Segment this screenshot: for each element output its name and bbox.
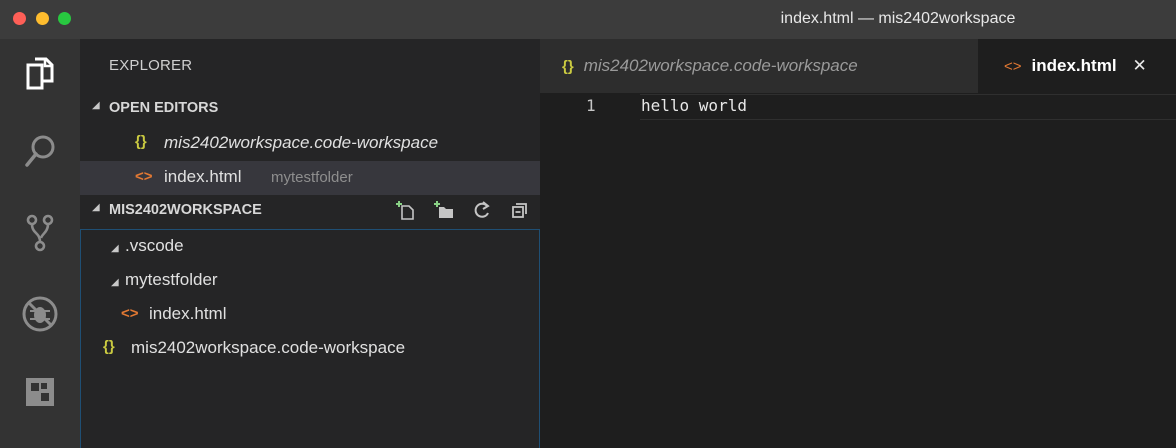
code-line[interactable]: 1 hello world (540, 94, 1176, 120)
tree-folder-mytestfolder[interactable]: ◢ mytestfolder (81, 264, 541, 298)
source-control-icon[interactable] (18, 211, 62, 255)
editor-area: {} mis2402workspace.code-workspace <> in… (540, 39, 1176, 448)
tab-index-html[interactable]: <> index.html ✕ (978, 39, 1176, 93)
tab-label: index.html (1031, 56, 1117, 75)
tree-file-label: index.html (149, 304, 227, 323)
new-folder-icon[interactable] (434, 200, 454, 220)
chevron-down-icon: ◢ (92, 100, 100, 111)
title-bar: index.html — mis2402workspace (0, 0, 1176, 39)
tree-folder-label: .vscode (125, 236, 184, 255)
line-number: 1 (586, 96, 596, 115)
close-window-button[interactable] (13, 12, 26, 25)
html-file-icon: <> (121, 305, 139, 322)
open-editor-item-index[interactable]: <> index.html mytestfolder (80, 161, 540, 195)
tree-file-label: mis2402workspace.code-workspace (131, 338, 406, 357)
refresh-icon[interactable] (472, 200, 492, 220)
workspace-tree: ◢ .vscode ◢ mytestfolder <> index.html {} … (80, 229, 540, 448)
explorer-icon[interactable] (18, 51, 62, 95)
open-editor-label: index.html (164, 167, 242, 186)
activity-bar (0, 39, 80, 448)
html-file-icon: <> (1004, 57, 1022, 75)
tree-file-workspace[interactable]: {} mis2402workspace.code-workspace (81, 332, 541, 366)
json-file-icon: {} (562, 57, 574, 75)
tab-label: mis2402workspace.code-workspace (583, 56, 858, 75)
zoom-window-button[interactable] (58, 12, 71, 25)
json-file-icon: {} (103, 338, 115, 355)
minimize-window-button[interactable] (36, 12, 49, 25)
tree-folder-label: mytestfolder (125, 270, 218, 289)
explorer-sidebar: EXPLORER ◢ OPEN EDITORS {} mis2402worksp… (80, 39, 540, 448)
tab-bar: {} mis2402workspace.code-workspace <> in… (540, 39, 1176, 93)
chevron-down-icon: ◢ (111, 243, 119, 254)
html-file-icon: <> (135, 168, 153, 185)
window-title: index.html — mis2402workspace (780, 10, 1016, 27)
tree-file-index-html[interactable]: <> index.html (81, 298, 541, 332)
extensions-icon[interactable] (18, 370, 62, 414)
tab-workspace-file[interactable]: {} mis2402workspace.code-workspace (540, 39, 978, 93)
open-editor-folder-detail: mytestfolder (271, 169, 353, 186)
open-editor-label: mis2402workspace.code-workspace (164, 133, 439, 152)
sidebar-title: EXPLORER (109, 57, 193, 74)
search-icon[interactable] (18, 129, 62, 173)
chevron-down-icon: ◢ (92, 202, 100, 213)
chevron-down-icon: ◢ (111, 277, 119, 288)
open-editors-header[interactable]: ◢ OPEN EDITORS (80, 92, 540, 126)
debug-icon[interactable] (18, 292, 62, 336)
code-text[interactable]: hello world (641, 96, 747, 115)
open-editor-item-workspace[interactable]: {} mis2402workspace.code-workspace (80, 127, 540, 161)
workspace-header[interactable]: ◢ MIS2402WORKSPACE (80, 194, 540, 228)
json-file-icon: {} (135, 133, 147, 150)
close-icon[interactable]: ✕ (1133, 56, 1147, 76)
new-file-icon[interactable] (396, 200, 416, 220)
tree-folder-vscode[interactable]: ◢ .vscode (81, 230, 541, 264)
collapse-all-icon[interactable] (510, 200, 530, 220)
